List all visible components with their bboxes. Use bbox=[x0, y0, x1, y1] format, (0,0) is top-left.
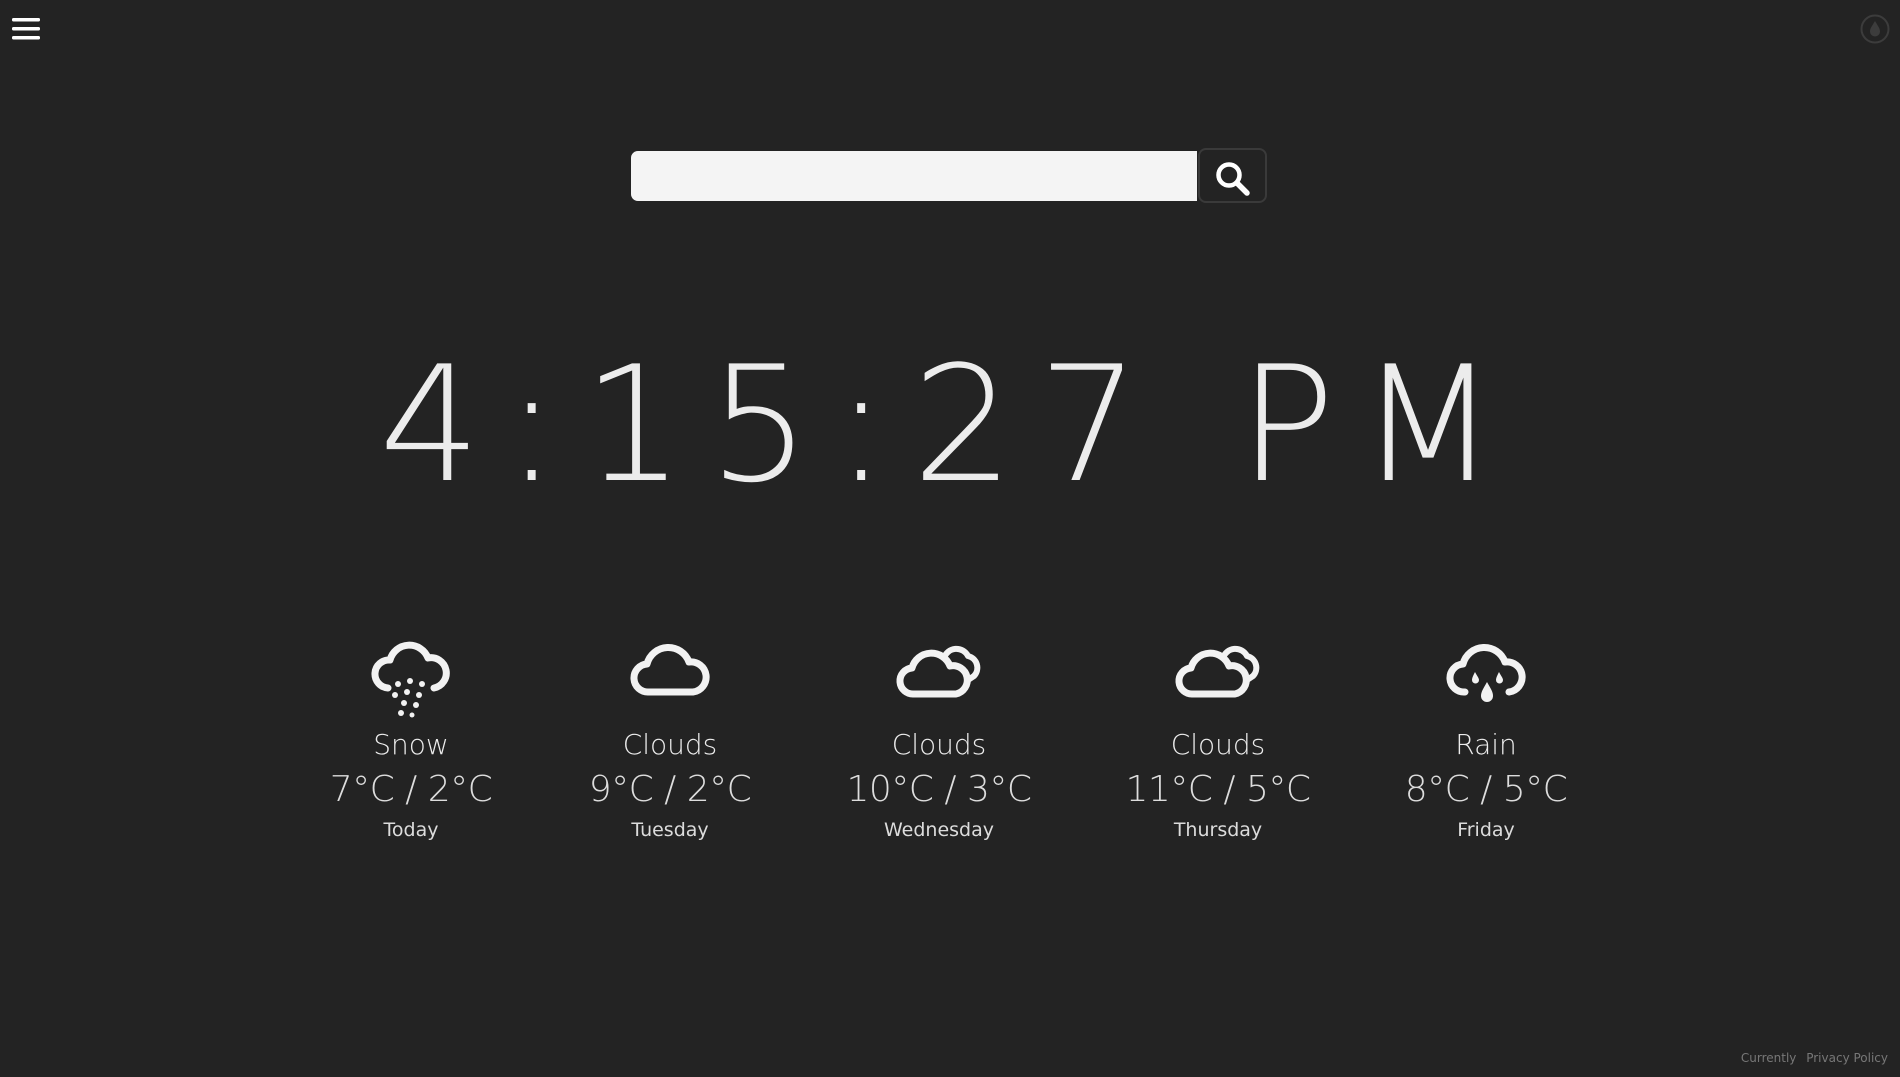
forecast-condition: Clouds bbox=[891, 728, 987, 761]
hamburger-menu-icon bbox=[12, 18, 40, 40]
weather-forecast: Snow 7°C / 2°C Today Clouds 9°C / 2°C Tu… bbox=[0, 632, 1900, 852]
forecast-temperature: 11°C / 5°C bbox=[1125, 769, 1311, 810]
forecast-temperature: 10°C / 3°C bbox=[846, 769, 1032, 810]
forecast-temperature: 7°C / 2°C bbox=[329, 769, 493, 810]
snow-icon bbox=[371, 641, 450, 718]
forecast-day-name: Tuesday bbox=[631, 819, 709, 841]
forecast-day-name: Thursday bbox=[1173, 819, 1263, 841]
search-button[interactable] bbox=[1198, 148, 1267, 203]
search-bar bbox=[631, 148, 1267, 203]
clock-time: 4:15:27 PM bbox=[378, 331, 1522, 518]
forecast-condition: Clouds bbox=[622, 728, 718, 761]
forecast-temperature: 8°C / 5°C bbox=[1404, 769, 1568, 810]
privacy-policy-link[interactable]: Privacy Policy bbox=[1806, 1051, 1888, 1065]
broken-clouds-icon bbox=[1175, 645, 1260, 698]
menu-button[interactable] bbox=[12, 15, 40, 43]
footer: Currently Privacy Policy bbox=[1735, 1051, 1888, 1065]
theme-toggle-button[interactable] bbox=[1860, 14, 1890, 44]
search-input[interactable] bbox=[631, 151, 1197, 201]
footer-brand-link[interactable]: Currently bbox=[1741, 1051, 1797, 1065]
rain-icon bbox=[1446, 643, 1526, 702]
forecast-temperature: 9°C / 2°C bbox=[588, 769, 752, 810]
broken-clouds-icon bbox=[896, 645, 981, 698]
search-icon bbox=[1216, 162, 1250, 196]
forecast-condition: Snow bbox=[373, 728, 449, 761]
forecast-condition: Rain bbox=[1455, 728, 1517, 761]
forecast-day: Clouds 9°C / 2°C Tuesday bbox=[560, 632, 780, 842]
cloud-icon bbox=[630, 643, 710, 696]
droplet-icon bbox=[1860, 14, 1890, 44]
forecast-day-name: Today bbox=[383, 819, 439, 841]
forecast-day: Rain 8°C / 5°C Friday bbox=[1376, 632, 1596, 842]
forecast-day-name: Friday bbox=[1457, 819, 1515, 841]
forecast-day: Snow 7°C / 2°C Today bbox=[301, 632, 521, 842]
forecast-condition: Clouds bbox=[1170, 728, 1266, 761]
forecast-day: Clouds 10°C / 3°C Wednesday bbox=[829, 632, 1049, 842]
forecast-day: Clouds 11°C / 5°C Thursday bbox=[1108, 632, 1328, 842]
forecast-day-name: Wednesday bbox=[883, 819, 994, 841]
